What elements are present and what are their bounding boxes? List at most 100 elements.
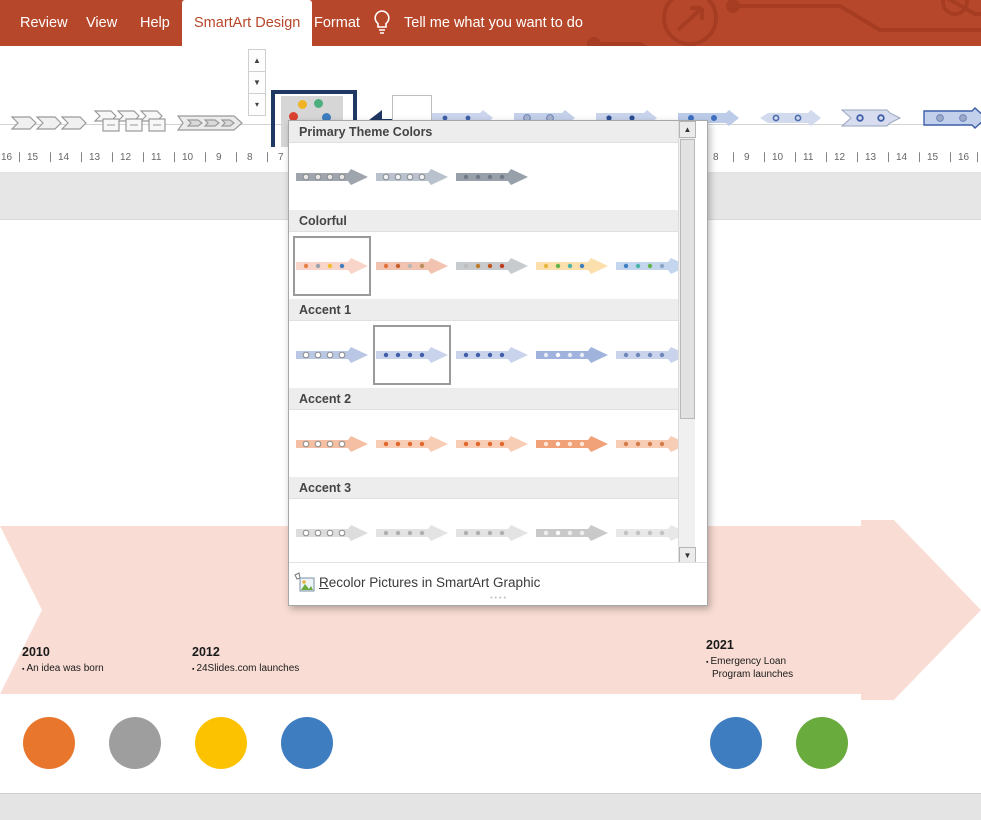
ruler-tick: 8	[247, 152, 253, 163]
color-variant-gradient-loop-accent-3[interactable]	[293, 503, 371, 563]
scroll-up-button[interactable]: ▲	[679, 121, 696, 138]
color-variant-thumbnail	[456, 258, 528, 274]
milestone-item: Emergency Loan Program launches	[706, 656, 816, 680]
color-variant-gradient-range-accent-2[interactable]	[453, 414, 531, 474]
ruler-tick: 14	[896, 152, 908, 163]
ruler-tick: 9	[744, 152, 750, 163]
layout-thumb-1[interactable]	[10, 110, 88, 136]
color-variant-thumbnail	[376, 258, 448, 274]
dropdown-section-row	[289, 232, 689, 299]
recolor-pictures-label[interactable]: Recolor Pictures in SmartArt Graphic	[319, 575, 540, 590]
ruler-tick: 15	[927, 152, 939, 163]
tab-help[interactable]: Help	[128, 0, 182, 46]
color-variant-thumbnail	[296, 347, 368, 363]
color-variant-gradient-loop-accent-2[interactable]	[293, 414, 371, 474]
dropdown-resize-grip[interactable]: ••••	[490, 595, 508, 602]
ruler-tick: 11	[151, 152, 162, 163]
milestone-year: 2021	[706, 638, 734, 652]
tab-view[interactable]: View	[74, 0, 129, 46]
dropdown-section-header: Accent 2	[289, 388, 689, 410]
milestone-circle-2022[interactable]	[796, 717, 848, 769]
smartart-style-7[interactable]	[922, 107, 981, 129]
ribbon-content: ▲ ▼ ▾ Change Colors˅	[0, 46, 981, 188]
dropdown-section-header: Primary Theme Colors	[289, 121, 689, 143]
color-variant-dark-fill-accent-1[interactable]	[533, 325, 611, 385]
layout-thumb-3[interactable]	[176, 112, 244, 134]
color-variant-gradient-range-accent-3[interactable]	[453, 503, 531, 563]
color-variant-thumbnail	[376, 169, 448, 185]
color-variant-colorful-range-accent-colors-3-to-4[interactable]	[453, 236, 531, 296]
tab-format[interactable]: Format	[302, 0, 372, 46]
dropdown-section-row	[289, 499, 689, 564]
smartart-style-5[interactable]	[758, 107, 824, 129]
milestone-circle-2010[interactable]	[23, 717, 75, 769]
milestone-circle-2013[interactable]	[281, 717, 333, 769]
color-variant-thumbnail	[456, 525, 528, 541]
milestone-2010[interactable]: 2010 An idea was born	[22, 645, 132, 676]
color-variant-colorful-range-accent-colors-2-to-3[interactable]	[373, 236, 451, 296]
color-variant-thumbnail	[376, 347, 448, 363]
color-variant-thumbnail	[296, 258, 368, 274]
color-variant-thumbnail	[296, 436, 368, 452]
milestone-circle-2011[interactable]	[109, 717, 161, 769]
gallery-expand-button[interactable]: ▾	[248, 93, 266, 116]
dropdown-section-header: Accent 1	[289, 299, 689, 321]
recolor-pictures-icon	[294, 572, 315, 592]
ruler-tick: 14	[58, 152, 70, 163]
color-variant-dark-fill[interactable]	[453, 147, 531, 207]
ruler-tick: 7	[278, 152, 284, 163]
layout-thumb-2[interactable]	[93, 106, 171, 140]
layouts-gallery-scroll[interactable]: ▲ ▼ ▾	[248, 49, 266, 116]
milestone-circle-2019[interactable]	[710, 717, 762, 769]
ruler-tick: 10	[182, 152, 194, 163]
color-variant-thumbnail	[536, 436, 608, 452]
milestone-2012[interactable]: 2012 24Slides.com launches	[192, 645, 302, 676]
color-variant-gradient-range-accent-1[interactable]	[453, 325, 531, 385]
milestone-circle-2012[interactable]	[195, 717, 247, 769]
ruler-tick: 16	[958, 152, 970, 163]
color-variant-thumbnail	[296, 525, 368, 541]
dropdown-scroll-view: Primary Theme Colors Colorful Accent 1 Acce…	[289, 121, 689, 564]
color-variant-gradient-loop-accent-1[interactable]	[293, 325, 371, 385]
color-variant-transparent-gradient-range-accent-2[interactable]	[373, 414, 451, 474]
scrollbar-thumb[interactable]	[680, 139, 695, 419]
ruler-tick: 13	[865, 152, 877, 163]
gallery-scroll-up-button[interactable]: ▲	[248, 49, 266, 72]
color-variant-dark-2-fill[interactable]	[293, 147, 371, 207]
color-variant-colorful-range-accent-colors-4-to-5[interactable]	[533, 236, 611, 296]
ruler-tick: 8	[713, 152, 719, 163]
color-variant-colorful-accent-colors[interactable]	[293, 236, 371, 296]
milestone-item: 24Slides.com launches	[192, 663, 302, 676]
ribbon-tab-bar: Review View Help SmartArt Design Format …	[0, 0, 981, 46]
dropdown-section-row	[289, 321, 689, 388]
color-variant-thumbnail	[376, 525, 448, 541]
dropdown-footer[interactable]: Recolor Pictures in SmartArt Graphic •••…	[289, 562, 707, 605]
gallery-scroll-down-button[interactable]: ▼	[248, 71, 266, 94]
color-variant-thumbnail	[456, 436, 528, 452]
ruler-tick: 12	[120, 152, 132, 163]
ruler-tick: 12	[834, 152, 846, 163]
color-variant-dark-fill-accent-2[interactable]	[533, 414, 611, 474]
recolor-accesskey: R	[319, 575, 329, 590]
color-variant-dark-2-outline[interactable]	[373, 147, 451, 207]
recolor-label-text: ecolor Pictures in SmartArt Graphic	[328, 575, 541, 590]
milestone-2021[interactable]: 2021 Emergency Loan Program launches	[706, 638, 816, 680]
tab-review[interactable]: Review	[8, 0, 80, 46]
dropdown-section-row	[289, 143, 689, 210]
dropdown-scrollbar[interactable]: ▲ ▼	[678, 121, 696, 564]
color-variant-thumbnail	[376, 436, 448, 452]
status-bar	[0, 793, 981, 820]
change-colors-dropdown[interactable]: Primary Theme Colors Colorful Accent 1 Acce…	[288, 120, 708, 606]
dropdown-section-header: Colorful	[289, 210, 689, 232]
milestone-item: An idea was born	[22, 663, 132, 676]
color-variant-dark-fill-accent-3[interactable]	[533, 503, 611, 563]
color-variant-thumbnail	[456, 347, 528, 363]
smartart-style-6[interactable]	[840, 107, 906, 129]
tell-me-search[interactable]: Tell me what you want to do	[404, 0, 583, 46]
layouts-group: ▲ ▼ ▾	[0, 46, 273, 132]
color-variant-transparent-gradient-range-accent-3[interactable]	[373, 503, 451, 563]
color-variant-transparent-gradient-range-accent-1[interactable]	[373, 325, 451, 385]
milestone-year: 2012	[192, 645, 220, 659]
tab-smartart-design[interactable]: SmartArt Design	[182, 0, 313, 46]
ruler-tick: 9	[216, 152, 222, 163]
